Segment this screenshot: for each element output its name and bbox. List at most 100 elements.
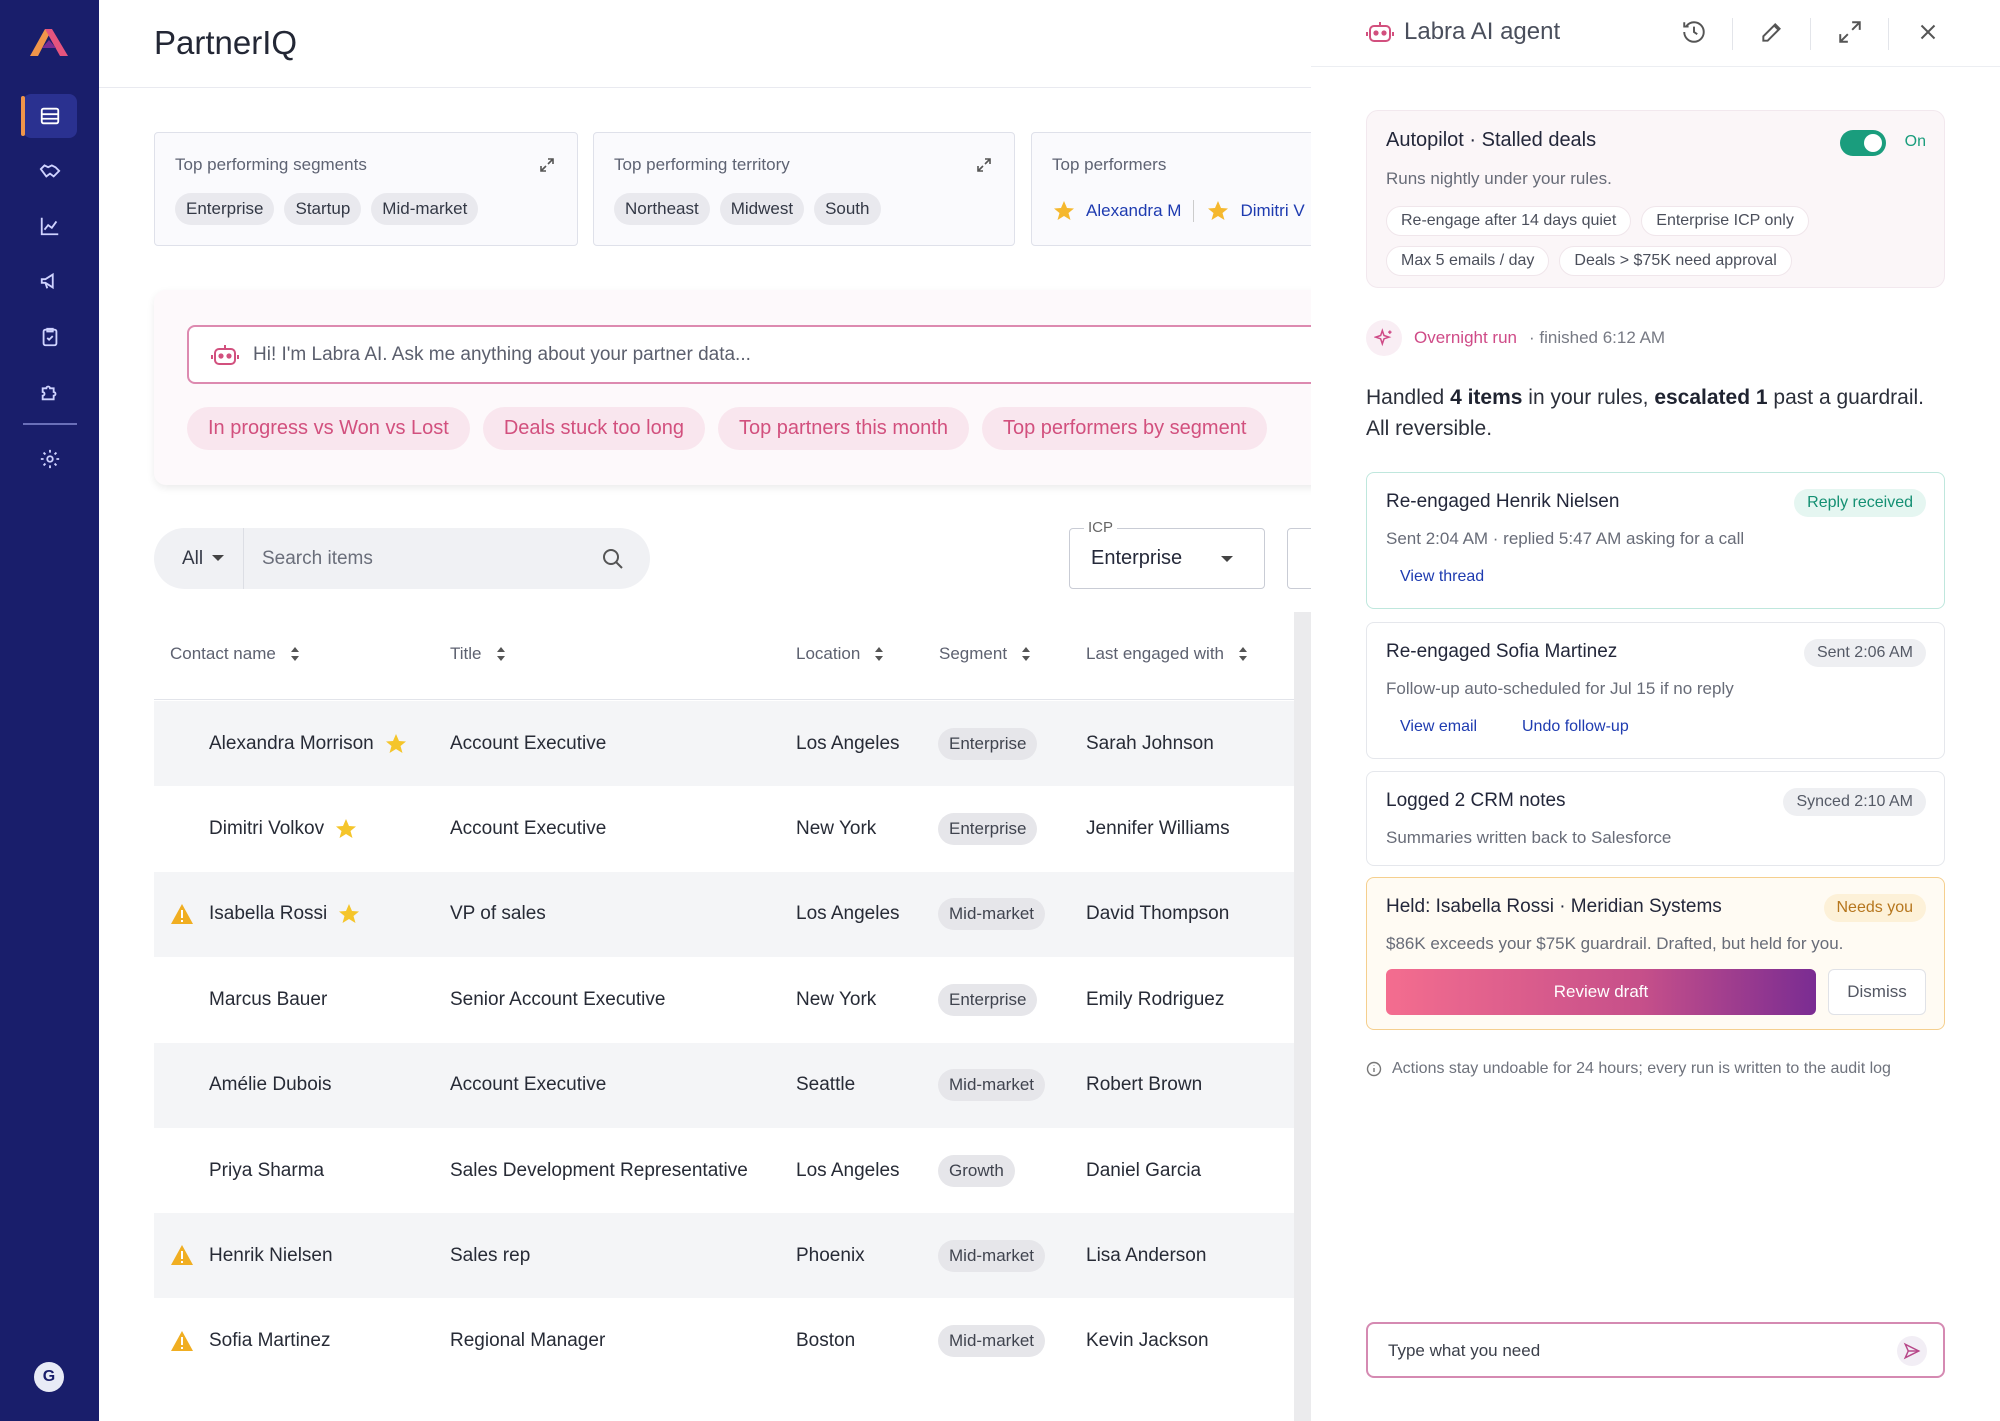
col-location[interactable]: Location bbox=[796, 644, 884, 664]
scope-dropdown[interactable]: All bbox=[154, 528, 244, 589]
performer-name[interactable]: Dimitri V bbox=[1240, 201, 1304, 221]
expand-icon[interactable] bbox=[539, 157, 555, 173]
last-engaged-cell: Daniel Garcia bbox=[1086, 1159, 1202, 1181]
col-contact-name[interactable]: Contact name bbox=[170, 644, 300, 664]
contact-name-cell[interactable]: Priya Sharma bbox=[209, 1128, 324, 1213]
rail-divider bbox=[23, 423, 77, 425]
autopilot-card: Autopilot · Stalled deals On Runs nightl… bbox=[1366, 110, 1945, 288]
segment-chip[interactable]: Mid-market bbox=[371, 193, 479, 225]
performer-name[interactable]: Alexandra M bbox=[1086, 201, 1181, 221]
segment-badge: Mid-market bbox=[938, 1069, 1046, 1102]
territory-chip[interactable]: Northeast bbox=[614, 193, 710, 225]
table-row[interactable]: Amélie Dubois Account Executive Seattle Mid… bbox=[154, 1042, 1311, 1128]
segment-badge: Mid-market bbox=[938, 1239, 1046, 1272]
status-badge: Synced 2:10 AM bbox=[1783, 788, 1926, 816]
view-thread-link[interactable]: View thread bbox=[1400, 568, 1484, 586]
table-scrollbar[interactable] bbox=[1294, 612, 1311, 1421]
title-cell: VP of sales bbox=[450, 903, 546, 925]
expand-icon[interactable] bbox=[976, 157, 992, 173]
table-row[interactable]: Sofia Martinez Regional Manager Boston Mid-… bbox=[154, 1299, 1311, 1384]
contact-name-cell[interactable]: Marcus Bauer bbox=[209, 957, 327, 1042]
icp-select[interactable]: ICP Enterprise bbox=[1069, 519, 1265, 589]
last-engaged-cell: Emily Rodriguez bbox=[1086, 988, 1225, 1010]
event-title: Logged 2 CRM notes bbox=[1386, 790, 1566, 811]
col-segment[interactable]: Segment bbox=[939, 644, 1031, 664]
event-card: Re-engaged Sofia Martinez Sent 2:06 AM F… bbox=[1366, 622, 1945, 759]
segment-cell: Mid-market bbox=[938, 1213, 1046, 1298]
table-row[interactable]: Isabella Rossi VP of sales Los Angeles Mid-… bbox=[154, 871, 1311, 957]
territory-chip[interactable]: Midwest bbox=[719, 193, 805, 225]
rule-chip: Deals > $75K need approval bbox=[1559, 246, 1792, 276]
table-row[interactable]: Priya Sharma Sales Development Representa… bbox=[154, 1128, 1311, 1213]
segment-chip[interactable]: Startup bbox=[284, 193, 362, 225]
chat-placeholder: Type what you need bbox=[1388, 1341, 1541, 1360]
next-filter-select[interactable] bbox=[1287, 528, 1311, 589]
nav-partners[interactable] bbox=[23, 148, 77, 192]
segment-cell: Growth bbox=[938, 1128, 1015, 1213]
territory-chip[interactable]: South bbox=[814, 193, 881, 225]
edit-icon[interactable] bbox=[1759, 19, 1785, 45]
nav-analytics[interactable] bbox=[23, 204, 77, 248]
table-row[interactable]: Alexandra Morrison Account Executive Los A… bbox=[154, 701, 1311, 786]
segment-cell: Mid-market bbox=[938, 1299, 1046, 1384]
history-icon[interactable] bbox=[1681, 19, 1707, 45]
nav-inbox[interactable] bbox=[21, 94, 77, 138]
main-content: PartnerIQ Top performing segments Enterp… bbox=[99, 0, 1311, 1421]
view-email-link[interactable]: View email bbox=[1400, 718, 1477, 736]
user-avatar[interactable]: G bbox=[34, 1362, 64, 1392]
star-icon bbox=[339, 904, 360, 924]
suggestion-chip[interactable]: Deals stuck too long bbox=[482, 407, 705, 450]
undo-follow-up-link[interactable]: Undo follow-up bbox=[1522, 718, 1629, 736]
autopilot-toggle[interactable] bbox=[1840, 130, 1886, 156]
event-desc: Summaries written back to Salesforce bbox=[1386, 828, 1672, 847]
segment-chip[interactable]: Enterprise bbox=[175, 193, 275, 225]
caret-down-icon bbox=[1221, 556, 1233, 562]
segment-badge: Mid-market bbox=[938, 898, 1046, 931]
segment-cell: Enterprise bbox=[938, 786, 1038, 871]
event-title: Held: Isabella Rossi · Meridian Systems bbox=[1386, 896, 1722, 917]
title-cell: Senior Account Executive bbox=[450, 988, 666, 1010]
run-label: Overnight run bbox=[1414, 328, 1517, 347]
search-input[interactable]: Search items bbox=[262, 548, 601, 570]
robot-icon bbox=[211, 344, 239, 365]
contact-name-cell[interactable]: Sofia Martinez bbox=[209, 1299, 330, 1384]
close-icon[interactable] bbox=[1915, 19, 1941, 45]
nav-tasks[interactable] bbox=[23, 315, 77, 359]
suggestion-chip[interactable]: In progress vs Won vs Lost bbox=[187, 407, 470, 450]
icp-value: Enterprise bbox=[1091, 547, 1183, 569]
contact-name-cell[interactable]: Alexandra Morrison bbox=[209, 701, 408, 786]
contact-name-cell[interactable]: Dimitri Volkov bbox=[209, 786, 358, 871]
event-card: Logged 2 CRM notes Synced 2:10 AM Summar… bbox=[1366, 771, 1945, 866]
search-icon[interactable] bbox=[601, 547, 625, 571]
expand-icon[interactable] bbox=[1837, 19, 1863, 45]
rule-chip: Enterprise ICP only bbox=[1641, 206, 1809, 236]
suggestion-chip[interactable]: Top performers by segment bbox=[981, 407, 1268, 450]
nav-campaigns[interactable] bbox=[23, 259, 77, 303]
dismiss-button[interactable]: Dismiss bbox=[1828, 969, 1926, 1015]
table-row[interactable]: Marcus Bauer Senior Account Executive New … bbox=[154, 957, 1311, 1042]
ask-ai-input[interactable]: Hi! I'm Labra AI. Ask me anything about … bbox=[187, 325, 1311, 384]
warning-icon bbox=[171, 1245, 193, 1266]
agent-chat-input[interactable]: Type what you need bbox=[1366, 1322, 1945, 1378]
col-last-engaged[interactable]: Last engaged with bbox=[1086, 644, 1248, 664]
app-logo[interactable] bbox=[28, 26, 70, 58]
table-row[interactable]: Dimitri Volkov Account Executive New York E… bbox=[154, 786, 1311, 871]
card-top-performers: Top performers Alexandra M Dimitri V bbox=[1031, 132, 1311, 246]
nav-settings[interactable] bbox=[23, 437, 77, 481]
col-title[interactable]: Title bbox=[450, 644, 506, 664]
contact-name-cell[interactable]: Henrik Nielsen bbox=[209, 1213, 333, 1298]
location-cell: Boston bbox=[796, 1330, 856, 1352]
send-button[interactable] bbox=[1897, 1336, 1927, 1366]
title-cell: Account Executive bbox=[450, 817, 607, 839]
table-row[interactable]: Henrik Nielsen Sales rep Phoenix Mid-market… bbox=[154, 1213, 1311, 1299]
contact-name-cell[interactable]: Amélie Dubois bbox=[209, 1043, 332, 1128]
header-divider bbox=[99, 87, 1311, 88]
event-card: Re-engaged Henrik Nielsen Reply received… bbox=[1366, 472, 1945, 609]
nav-integrations[interactable] bbox=[23, 370, 77, 414]
review-draft-button[interactable]: Review draft bbox=[1386, 969, 1816, 1015]
contact-name-cell[interactable]: Isabella Rossi bbox=[209, 872, 361, 957]
autopilot-title: Autopilot · Stalled deals bbox=[1386, 129, 1597, 151]
suggestion-chip[interactable]: Top partners this month bbox=[717, 407, 969, 450]
search-bar: All Search items bbox=[154, 528, 650, 589]
segment-cell: Enterprise bbox=[938, 957, 1038, 1042]
